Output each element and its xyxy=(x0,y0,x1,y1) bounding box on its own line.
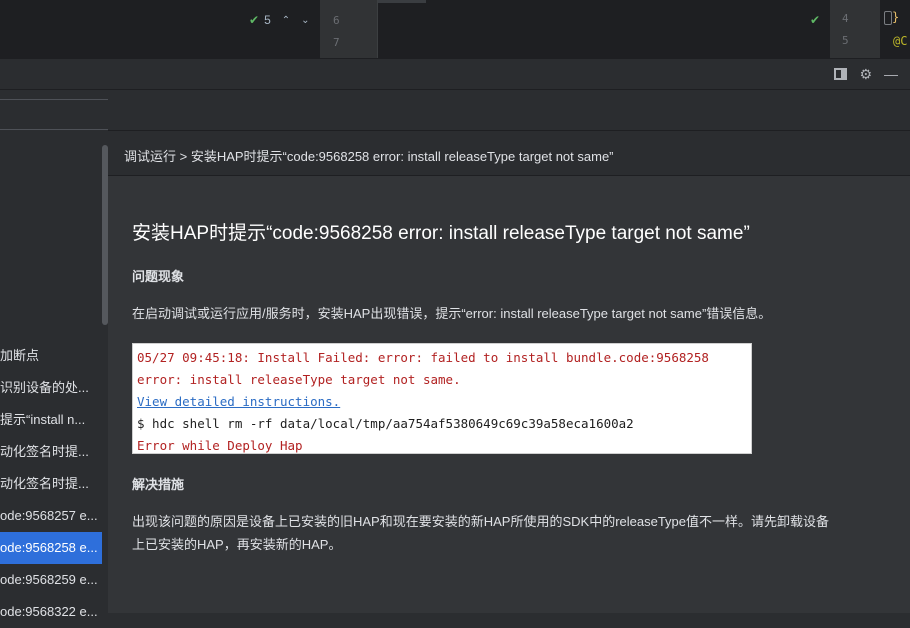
nav-item[interactable]: ode:9568259 e... xyxy=(0,564,102,596)
doc-body: 安装HAP时提示“code:9568258 error: install rel… xyxy=(108,176,910,613)
line-number: 6 xyxy=(333,14,340,27)
nav-item[interactable]: 动化签名时提... xyxy=(0,468,102,500)
nav-item[interactable]: 加断点 xyxy=(0,340,102,372)
page-title: 安装HAP时提示“code:9568258 error: install rel… xyxy=(132,223,750,244)
editor-gutter-right: 4 5 xyxy=(830,0,880,58)
code-annotation: @C xyxy=(893,34,908,48)
tool-window-header: ⚙ — xyxy=(0,58,910,90)
section-heading: 解决措施 xyxy=(132,477,185,492)
inspection-widget[interactable]: ✔ 5 ⌃ ⌄ xyxy=(249,13,310,27)
tool-window-actions: ⚙ — xyxy=(834,66,898,82)
log-line: $ hdc shell rm -rf data/local/tmp/aa754a… xyxy=(137,416,634,431)
layout-icon[interactable] xyxy=(834,68,848,80)
nav-item[interactable]: 提示“install n... xyxy=(0,404,102,436)
detailed-instructions-link[interactable]: View detailed instructions. xyxy=(137,391,747,413)
gear-icon[interactable]: ⚙ xyxy=(859,66,872,82)
section-text: 上已安装的HAP，再安装新的HAP。 xyxy=(132,537,342,552)
doc-nav-panel: 加断点 识别设备的处... 提示“install n... 动化签名时提... 动化签名… xyxy=(0,90,108,619)
nav-item[interactable]: 识别设备的处... xyxy=(0,372,102,404)
log-line: error: install releaseType target not sa… xyxy=(137,372,461,387)
breadcrumb-bar: 调试运行 > 安装HAP时提示“code:9568258 error: inst… xyxy=(108,130,910,176)
editor-code-area-right[interactable]: } @C xyxy=(880,0,910,58)
nav-item[interactable]: ode:9568322 e... xyxy=(0,596,102,628)
check-icon: ✔ xyxy=(810,13,821,27)
line-number: 7 xyxy=(333,36,340,49)
error-log-box: 05/27 09:45:18: Install Failed: error: f… xyxy=(132,343,752,454)
editor-code-area[interactable] xyxy=(378,0,830,58)
section-text: 出现该问题的原因是设备上已安装的旧HAP和现在要安装的新HAP所使用的SDK中的… xyxy=(132,514,830,529)
editor-scroll-marker xyxy=(378,0,426,3)
log-line: Error while Deploy Hap xyxy=(137,438,303,453)
log-line: 05/27 09:45:18: Install Failed: error: f… xyxy=(137,350,709,365)
code-brace: } xyxy=(892,10,900,24)
doc-content: 调试运行 > 安装HAP时提示“code:9568258 error: inst… xyxy=(108,90,910,613)
editor-left-pane: ✔ 5 ⌃ ⌄ xyxy=(0,0,320,58)
line-number: 4 xyxy=(842,12,849,25)
check-icon: ✔ xyxy=(249,13,260,27)
fold-icon[interactable] xyxy=(884,11,892,25)
section-heading: 问题现象 xyxy=(132,269,185,284)
nav-item[interactable]: 动化签名时提... xyxy=(0,436,102,468)
breadcrumb[interactable]: 调试运行 > 安装HAP时提示“code:9568258 error: inst… xyxy=(124,146,614,165)
editor-gutter: 6 7 xyxy=(320,0,378,58)
nav-item[interactable]: ode:9568257 e... xyxy=(0,500,102,532)
doc-nav-list: 加断点 识别设备的处... 提示“install n... 动化签名时提... 动化签名… xyxy=(0,340,102,628)
inspection-count: 5 xyxy=(264,13,271,27)
editor-strip: ✔ 5 ⌃ ⌄ 6 7 ✔ 4 5 } @C xyxy=(0,0,910,58)
chevron-up-icon[interactable]: ⌃ xyxy=(282,15,290,26)
minimize-icon[interactable]: — xyxy=(884,66,898,82)
section-text: 在启动调试或运行应用/服务时，安装HAP出现错误，提示“error: insta… xyxy=(132,306,772,321)
line-number: 5 xyxy=(842,34,849,47)
chevron-down-icon[interactable]: ⌄ xyxy=(301,15,309,26)
nav-item[interactable]: ode:9568258 e... xyxy=(0,532,102,564)
